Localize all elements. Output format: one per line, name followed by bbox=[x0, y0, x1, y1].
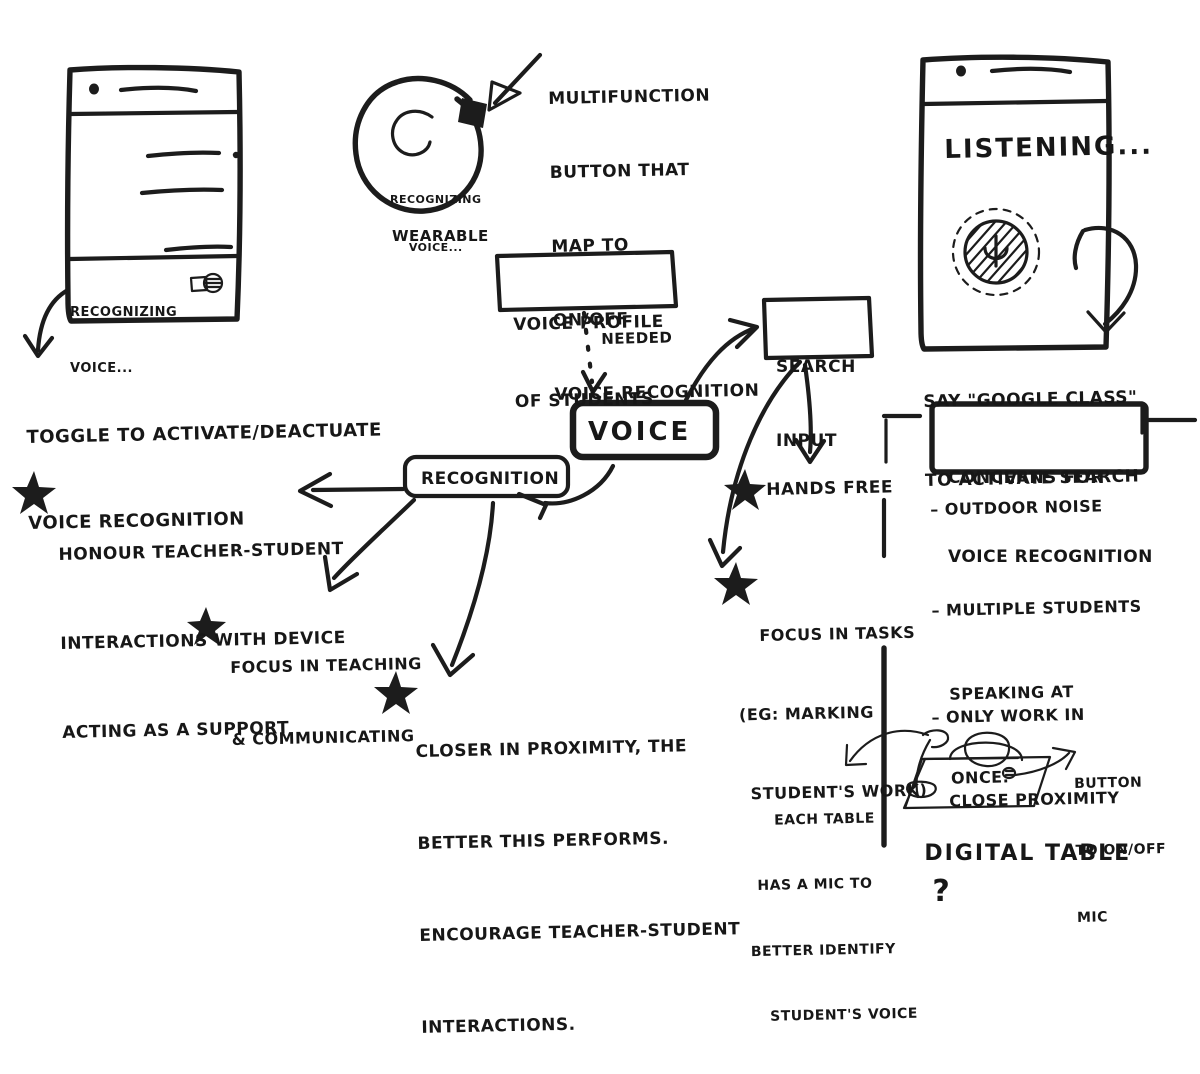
bullet-honour-line-0: HONOUR TEACHER-STUDENT bbox=[58, 538, 344, 565]
concerns-list-item-0: – OUTDOOR NOISE bbox=[930, 496, 1103, 519]
digital-table-caption-suffix: ? bbox=[932, 873, 952, 909]
concerns-item-1-line-0: – MULTIPLE STUDENTS bbox=[931, 596, 1142, 620]
bullet-focus-tasks-line-1: (EG: MARKING bbox=[738, 702, 875, 725]
needed-label: NEEDED bbox=[601, 328, 673, 348]
bullet-proximity-line-1: BETTER THIS PERFORMS. bbox=[417, 828, 670, 854]
bullet-hands-free: HANDS FREE bbox=[766, 477, 894, 500]
concerns-item-2-text-0: ONLY WORK IN bbox=[945, 704, 1085, 727]
wearable-screen-status: RECOGNIZING VOICE... bbox=[390, 160, 482, 272]
bullet-focus-teaching: FOCUS IN TEACHING & COMMUNICATING bbox=[229, 604, 424, 776]
voice-node-label[interactable]: VOICE bbox=[588, 414, 691, 452]
each-table-note-line-2: BETTER IDENTIFY bbox=[750, 940, 896, 960]
each-table-note-line-0: EACH TABLE bbox=[773, 810, 875, 829]
bullet-focus-teaching-line-0: FOCUS IN TEACHING bbox=[230, 653, 423, 677]
concerns-item-0-text: OUTDOOR NOISE bbox=[944, 496, 1103, 519]
multifunction-note-line-2: MAP TO bbox=[551, 235, 630, 258]
search-input-line-1: INPUT bbox=[776, 431, 837, 452]
tablet-right-screen-text: LISTENING... bbox=[944, 130, 1154, 165]
wearable-status-line-0: RECOGNIZING bbox=[390, 192, 482, 206]
each-table-note: EACH TABLE HAS A MIC TO BETTER IDENTIFY … bbox=[751, 765, 919, 1050]
tablet-right-illustration bbox=[917, 54, 1139, 352]
search-input-label[interactable]: SEARCH INPUT bbox=[776, 306, 856, 478]
concerns-line-0: CONCERNS FOR bbox=[948, 467, 1104, 488]
toggle-note-line-0: TOGGLE TO ACTIVATE/DEACTUATE bbox=[26, 419, 382, 448]
recognition-to-proximity-arrow bbox=[430, 500, 496, 678]
digital-table-caption: DIGITAL TABLE ? bbox=[905, 806, 1131, 913]
button-onoff-note-line-0: BUTTON bbox=[1074, 774, 1143, 792]
each-table-note-line-3: STUDENT'S VOICE bbox=[770, 1005, 919, 1025]
bullet-focus-tasks-line-0: FOCUS IN TASKS bbox=[759, 622, 916, 645]
recognition-node-label[interactable]: RECOGNITION bbox=[421, 467, 559, 492]
bullet-proximity-line-0: CLOSER IN PROXIMITY, THE bbox=[415, 736, 688, 763]
wearable-caption: WEARABLE bbox=[392, 227, 489, 245]
digital-table-caption-text: DIGITAL TABLE bbox=[924, 840, 1132, 866]
tablet-left-status-line-0: RECOGNIZING bbox=[70, 304, 178, 320]
bullet-proximity-line-3: INTERACTIONS. bbox=[421, 1014, 576, 1038]
bullet-focus-teaching-line-1: & COMMUNICATING bbox=[231, 726, 415, 749]
search-input-line-0: SEARCH bbox=[776, 357, 856, 378]
bullet-closer-proximity: CLOSER IN PROXIMITY, THE BETTER THIS PER… bbox=[414, 669, 743, 1073]
multifunction-note-line-0: MULTIFUNCTION bbox=[548, 85, 711, 110]
concerns-item-1-text-0: MULTIPLE STUDENTS bbox=[945, 596, 1142, 620]
voice-profile-line-1: OF STUDENTS bbox=[514, 388, 655, 412]
bullet-proximity-line-2: ENCOURAGE TEACHER-STUDENT bbox=[419, 918, 741, 946]
each-table-note-line-1: HAS A MIC TO bbox=[757, 876, 873, 895]
google-class-note-line-0: SAY "GOOGLE CLASS" bbox=[923, 387, 1138, 412]
multifunction-note-line-1: BUTTON THAT bbox=[549, 160, 690, 184]
